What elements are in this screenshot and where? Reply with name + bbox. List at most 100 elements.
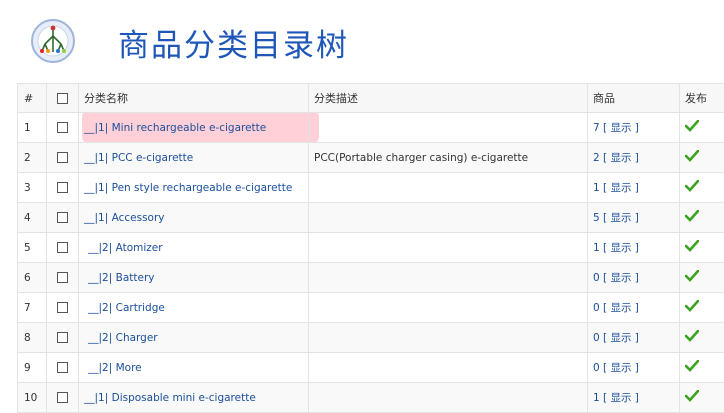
show-products-link[interactable]: [ 显示 ] — [603, 122, 639, 134]
category-link[interactable]: Atomizer — [116, 242, 163, 254]
tree-prefix: __|1| — [84, 122, 108, 134]
select-all-checkbox[interactable] — [57, 93, 68, 104]
show-products-link[interactable]: [ 显示 ] — [603, 392, 639, 404]
category-link[interactable]: Disposable mini e-cigarette — [112, 392, 256, 404]
checkmark-icon[interactable] — [685, 330, 699, 345]
show-products-link[interactable]: [ 显示 ] — [603, 182, 639, 194]
tree-prefix: __|2| — [88, 272, 112, 284]
show-products-link[interactable]: [ 显示 ] — [603, 302, 639, 314]
category-link[interactable]: Cartridge — [116, 302, 165, 314]
row-checkbox[interactable] — [57, 302, 68, 313]
table-row: 3 __|1| Pen style rechargeable e-cigaret… — [18, 173, 724, 203]
checkmark-icon[interactable] — [685, 120, 699, 135]
category-description — [309, 203, 588, 233]
category-description — [309, 353, 588, 383]
row-checkbox[interactable] — [57, 152, 68, 163]
row-number: 7 — [18, 293, 47, 323]
tree-prefix: __|2| — [88, 302, 112, 314]
show-products-link[interactable]: [ 显示 ] — [603, 212, 639, 224]
publish-cell — [680, 113, 724, 143]
tree-prefix: __|1| — [84, 182, 108, 194]
checkmark-icon[interactable] — [685, 270, 699, 285]
publish-cell — [680, 293, 724, 323]
checkmark-icon[interactable] — [685, 150, 699, 165]
product-count: 0 — [593, 332, 600, 344]
category-link[interactable]: Charger — [116, 332, 158, 344]
table-row: 9 __|2| More 0 [ 显示 ] — [18, 353, 724, 383]
row-checkbox-cell — [47, 143, 79, 173]
checkmark-icon[interactable] — [685, 240, 699, 255]
row-number: 4 — [18, 203, 47, 233]
product-count-cell: 0 [ 显示 ] — [588, 263, 680, 293]
publish-cell — [680, 263, 724, 293]
show-products-link[interactable]: [ 显示 ] — [603, 272, 639, 284]
row-checkbox[interactable] — [57, 182, 68, 193]
table-row: 6 __|2| Battery 0 [ 显示 ] — [18, 263, 724, 293]
table-row: 4 __|1| Accessory 5 [ 显示 ] — [18, 203, 724, 233]
category-name-cell: __|1| Pen style rechargeable e-cigarette — [79, 173, 309, 203]
category-name-cell: __|1| Accessory — [79, 203, 309, 233]
row-checkbox-cell — [47, 263, 79, 293]
checkmark-icon[interactable] — [685, 360, 699, 375]
column-header-name: 分类名称 — [79, 84, 309, 113]
product-count-cell: 2 [ 显示 ] — [588, 143, 680, 173]
row-checkbox[interactable] — [57, 242, 68, 253]
product-count: 1 — [593, 242, 600, 254]
product-count-cell: 5 [ 显示 ] — [588, 203, 680, 233]
product-count: 5 — [593, 212, 600, 224]
row-checkbox[interactable] — [57, 212, 68, 223]
row-checkbox-cell — [47, 383, 79, 413]
checkmark-icon[interactable] — [685, 390, 699, 405]
table-row: 1 __|1| Mini rechargeable e-cigarette 7 … — [18, 113, 724, 143]
row-number: 3 — [18, 173, 47, 203]
category-link[interactable]: Pen style rechargeable e-cigarette — [112, 182, 293, 194]
category-link[interactable]: PCC e-cigarette — [112, 152, 194, 164]
row-checkbox-cell — [47, 113, 79, 143]
row-number: 1 — [18, 113, 47, 143]
row-checkbox[interactable] — [57, 332, 68, 343]
show-products-link[interactable]: [ 显示 ] — [603, 362, 639, 374]
category-name-cell: __|1| Mini rechargeable e-cigarette — [79, 113, 309, 143]
row-checkbox-cell — [47, 323, 79, 353]
row-number: 10 — [18, 383, 47, 413]
product-count-cell: 0 [ 显示 ] — [588, 293, 680, 323]
category-link[interactable]: Mini rechargeable e-cigarette — [112, 122, 267, 134]
row-number: 5 — [18, 233, 47, 263]
row-checkbox-cell — [47, 233, 79, 263]
table-row: 2 __|1| PCC e-cigarette PCC(Portable cha… — [18, 143, 724, 173]
column-header-products: 商品 — [588, 84, 680, 113]
category-link[interactable]: Battery — [116, 272, 155, 284]
show-products-link[interactable]: [ 显示 ] — [603, 152, 639, 164]
category-name-cell: __|2| Charger — [79, 323, 309, 353]
tree-prefix: __|2| — [88, 242, 112, 254]
product-count-cell: 0 [ 显示 ] — [588, 323, 680, 353]
row-checkbox-cell — [47, 203, 79, 233]
page-title: 商品分类目录树 — [118, 20, 349, 65]
checkmark-icon[interactable] — [685, 300, 699, 315]
checkmark-icon[interactable] — [685, 180, 699, 195]
category-name-cell: __|2| More — [79, 353, 309, 383]
row-checkbox[interactable] — [57, 122, 68, 133]
category-description — [309, 113, 588, 143]
column-header-select-all — [47, 84, 79, 113]
row-checkbox-cell — [47, 353, 79, 383]
show-products-link[interactable]: [ 显示 ] — [603, 332, 639, 344]
category-description — [309, 233, 588, 263]
product-count: 7 — [593, 122, 600, 134]
product-count-cell: 1 [ 显示 ] — [588, 233, 680, 263]
row-checkbox[interactable] — [57, 392, 68, 403]
checkmark-icon[interactable] — [685, 210, 699, 225]
row-checkbox[interactable] — [57, 362, 68, 373]
product-count-cell: 0 [ 显示 ] — [588, 353, 680, 383]
category-link[interactable]: Accessory — [112, 212, 165, 224]
category-link[interactable]: More — [116, 362, 142, 374]
category-table: # 分类名称 分类描述 商品 发布 1 __|1| Mini rechargea… — [17, 83, 724, 413]
product-count: 1 — [593, 392, 600, 404]
publish-cell — [680, 233, 724, 263]
row-number: 6 — [18, 263, 47, 293]
category-name-cell: __|2| Battery — [79, 263, 309, 293]
product-count: 0 — [593, 272, 600, 284]
table-row: 5 __|2| Atomizer 1 [ 显示 ] — [18, 233, 724, 263]
show-products-link[interactable]: [ 显示 ] — [603, 242, 639, 254]
row-checkbox[interactable] — [57, 272, 68, 283]
